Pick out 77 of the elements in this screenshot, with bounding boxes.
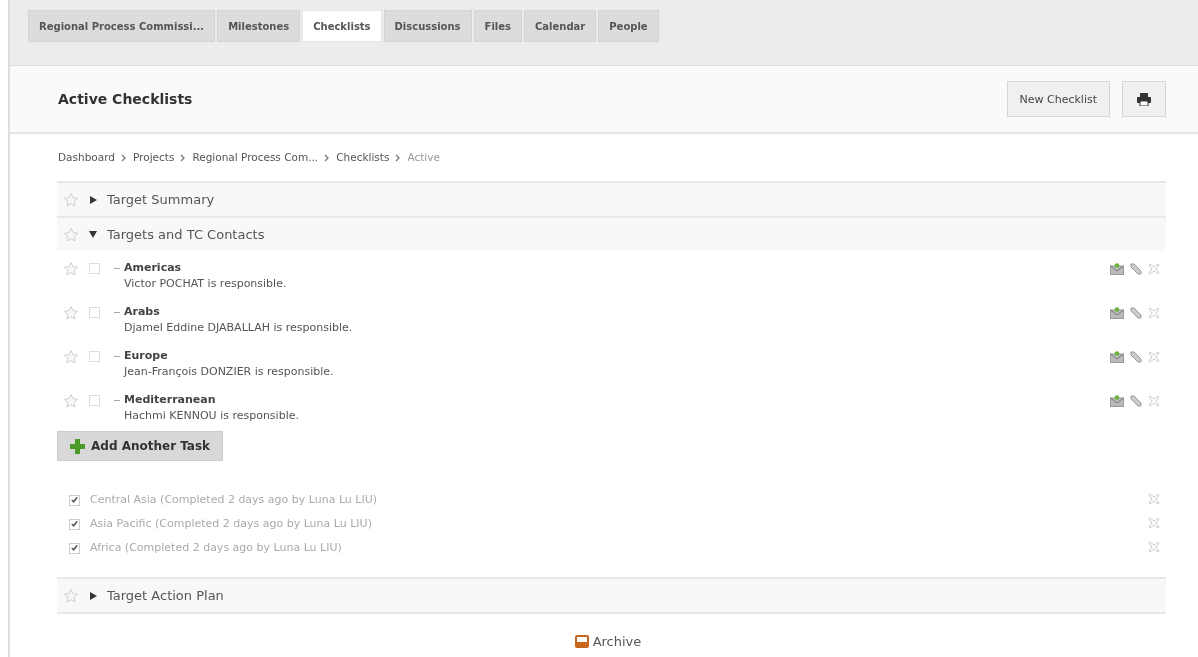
completed-task-text: Central Asia (Completed 2 days ago by Luna Lu LIU) [90,492,377,506]
envelope-icon[interactable] [1110,351,1124,363]
delete-icon[interactable] [1148,517,1160,529]
dash-icon [114,356,120,358]
star-icon[interactable] [63,191,79,208]
archive-box-icon [574,635,589,648]
separator-icon [395,154,402,162]
star-icon[interactable] [63,349,79,365]
task-name[interactable]: Arabs [124,305,353,318]
tab[interactable]: People [598,10,659,42]
section-header[interactable]: Target Summary [57,181,1166,216]
edit-icon[interactable] [1130,307,1142,319]
tab[interactable]: Files [473,10,522,42]
edit-icon[interactable] [1130,395,1142,407]
star-icon[interactable] [63,393,79,409]
printer-icon [1137,92,1151,106]
breadcrumb-current: Active [407,151,440,165]
delete-icon[interactable] [1148,395,1160,407]
edit-icon[interactable] [1130,351,1142,363]
tab[interactable]: Checklists [302,10,382,42]
delete-icon[interactable] [1148,351,1160,363]
checkbox[interactable] [89,395,100,406]
completed-task-text: Africa (Completed 2 days ago by Luna Lu LIU) [90,540,342,554]
checkbox[interactable] [89,351,100,362]
separator-icon [324,154,331,162]
section-title: Targets and TC Contacts [107,227,265,242]
section-title: Target Action Plan [107,588,224,603]
new-checklist-button[interactable]: New Checklist [1006,81,1110,117]
print-button[interactable] [1122,81,1166,117]
section-title: Target Summary [107,192,215,207]
breadcrumb-link[interactable]: Checklists [336,151,390,181]
tab[interactable]: Milestones [217,10,301,42]
responsible-text: Jean-François DONZIER is responsible. [124,365,334,378]
task-name[interactable]: Europe [124,349,334,362]
separator-icon [120,154,127,162]
breadcrumb-link[interactable]: Projects [132,151,175,181]
breadcrumb-link[interactable]: Dashboard [58,151,115,181]
star-icon[interactable] [63,305,79,321]
tab[interactable]: Discussions [383,10,472,42]
star-icon[interactable] [63,261,79,277]
edit-icon[interactable] [1130,263,1142,275]
envelope-icon[interactable] [1110,307,1124,319]
separator-icon [180,154,187,162]
breadcrumb-link[interactable]: Regional Process Com... [192,151,319,181]
plus-icon [70,438,85,454]
delete-icon[interactable] [1148,307,1160,319]
add-task-button[interactable]: Add Another Task [57,431,224,461]
responsible-text: Hachmi KENNOU is responsible. [124,409,299,422]
section-header[interactable]: Targets and TC Contacts [57,216,1166,251]
checkbox[interactable] [89,263,100,274]
collapse-triangle-icon[interactable] [89,229,97,240]
tab[interactable]: Calendar [524,10,597,42]
dash-icon [114,312,120,314]
dash-icon [114,268,120,270]
delete-icon[interactable] [1148,541,1160,553]
checkbox[interactable] [69,542,80,554]
expand-triangle-icon[interactable] [89,194,97,205]
checkbox[interactable] [89,307,100,318]
envelope-icon[interactable] [1110,263,1124,275]
delete-icon[interactable] [1148,493,1160,505]
task-name[interactable]: Americas [124,261,287,274]
task-name[interactable]: Mediterranean [124,393,299,406]
checkbox[interactable] [69,494,80,506]
section-header[interactable]: Target Action Plan [57,577,1166,614]
tab[interactable]: Regional Process Commissi... [28,10,216,42]
checkbox[interactable] [69,518,80,530]
star-icon[interactable] [63,587,79,604]
responsible-text: Djamel Eddine DJABALLAH is responsible. [124,321,353,334]
expand-triangle-icon[interactable] [89,590,97,601]
responsible-text: Victor POCHAT is responsible. [124,277,287,290]
archive-link[interactable]: Archive [592,634,642,649]
page-title: Active Checklists [58,91,194,107]
completed-task-text: Asia Pacific (Completed 2 days ago by Luna Lu LIU) [90,516,372,530]
dash-icon [114,400,120,402]
delete-icon[interactable] [1148,263,1160,275]
star-icon[interactable] [63,226,79,243]
envelope-icon[interactable] [1110,395,1124,407]
